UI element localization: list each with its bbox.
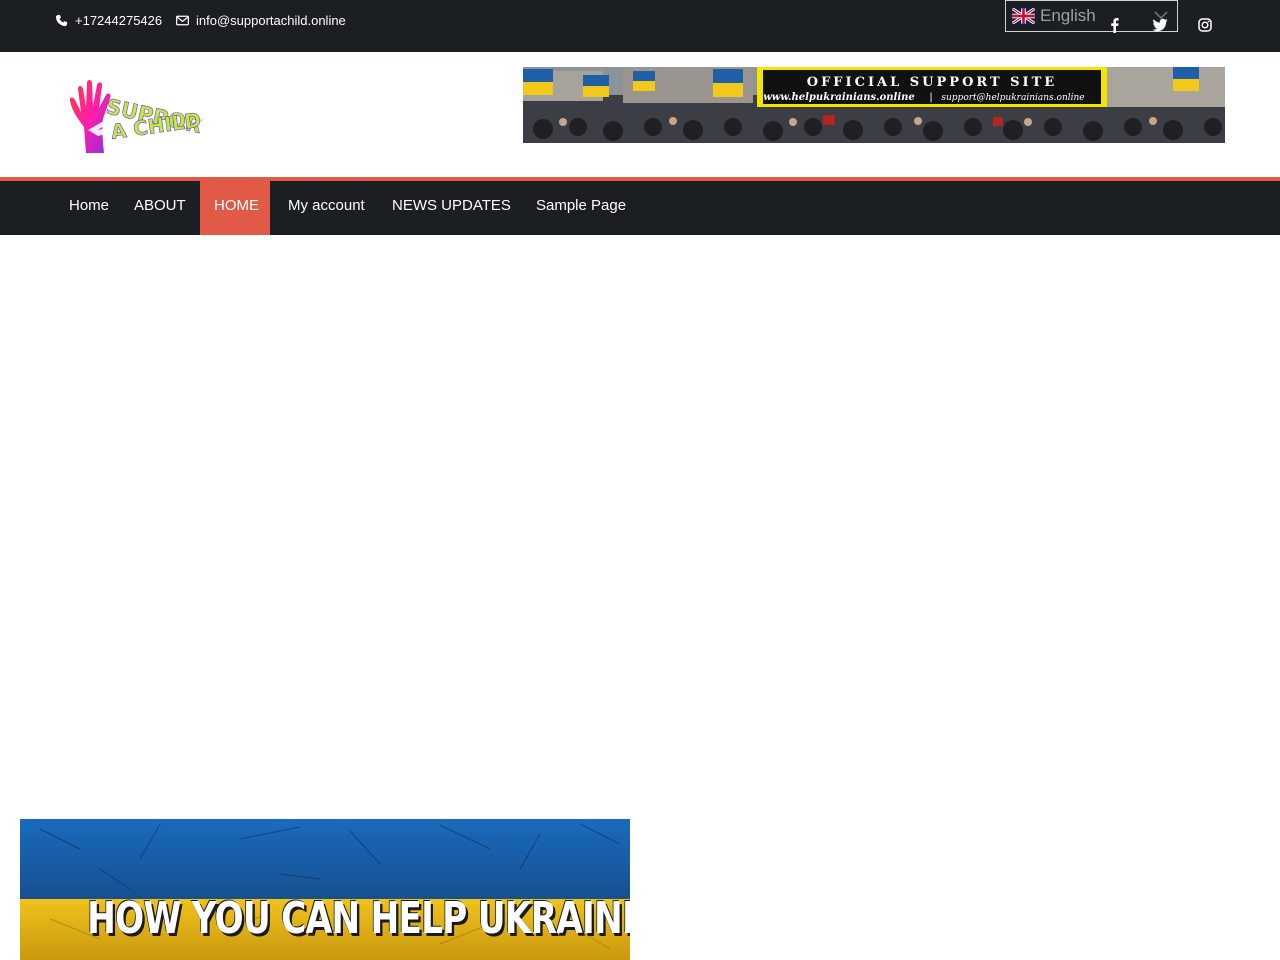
nav-item-my-account[interactable]: My account bbox=[274, 181, 379, 235]
facebook-icon[interactable] bbox=[1107, 17, 1123, 33]
phone-number: +17244275426 bbox=[75, 13, 163, 28]
site-logo[interactable]: SUPPORT A CHILD bbox=[68, 75, 202, 155]
nav-item-news-updates[interactable]: NEWS UPDATES bbox=[378, 181, 525, 235]
nav-item-home-active[interactable]: HOME bbox=[200, 181, 270, 235]
top-bar: +17244275426 info@supportachild.online E… bbox=[0, 0, 1280, 52]
banner-separator: | bbox=[929, 92, 932, 103]
instagram-icon[interactable] bbox=[1197, 17, 1213, 33]
nav-item-home[interactable]: Home bbox=[55, 181, 123, 235]
phone-contact[interactable]: +17244275426 bbox=[55, 13, 162, 28]
twitter-icon[interactable] bbox=[1152, 17, 1168, 33]
main-navigation: Home ABOUT HOME My account NEWS UPDATES … bbox=[0, 181, 1280, 235]
email-contact[interactable]: info@supportachild.online bbox=[176, 13, 346, 28]
banner-email: support@helpukrainians.online bbox=[941, 93, 1084, 103]
banner-title: OFFICIAL SUPPORT SITE bbox=[807, 75, 1057, 90]
phone-icon bbox=[55, 14, 68, 27]
nav-item-about[interactable]: ABOUT bbox=[120, 181, 200, 235]
uk-flag-icon bbox=[1012, 8, 1035, 24]
envelope-icon bbox=[176, 15, 189, 26]
banner-website: www.helpukrainians.online bbox=[763, 92, 915, 103]
protest-photo: OFFICIAL SUPPORT SITE www.helpukrainians… bbox=[523, 67, 1225, 143]
promo-headline: HOW YOU CAN HELP UKRAINE bbox=[87, 893, 630, 944]
language-label: English bbox=[1040, 6, 1096, 25]
help-ukraine-image[interactable]: HOW YOU CAN HELP UKRAINE bbox=[20, 819, 630, 960]
header-banner-image[interactable]: OFFICIAL SUPPORT SITE www.helpukrainians… bbox=[523, 67, 1225, 143]
email-address: info@supportachild.online bbox=[196, 13, 346, 28]
nav-item-sample-page[interactable]: Sample Page bbox=[522, 181, 640, 235]
